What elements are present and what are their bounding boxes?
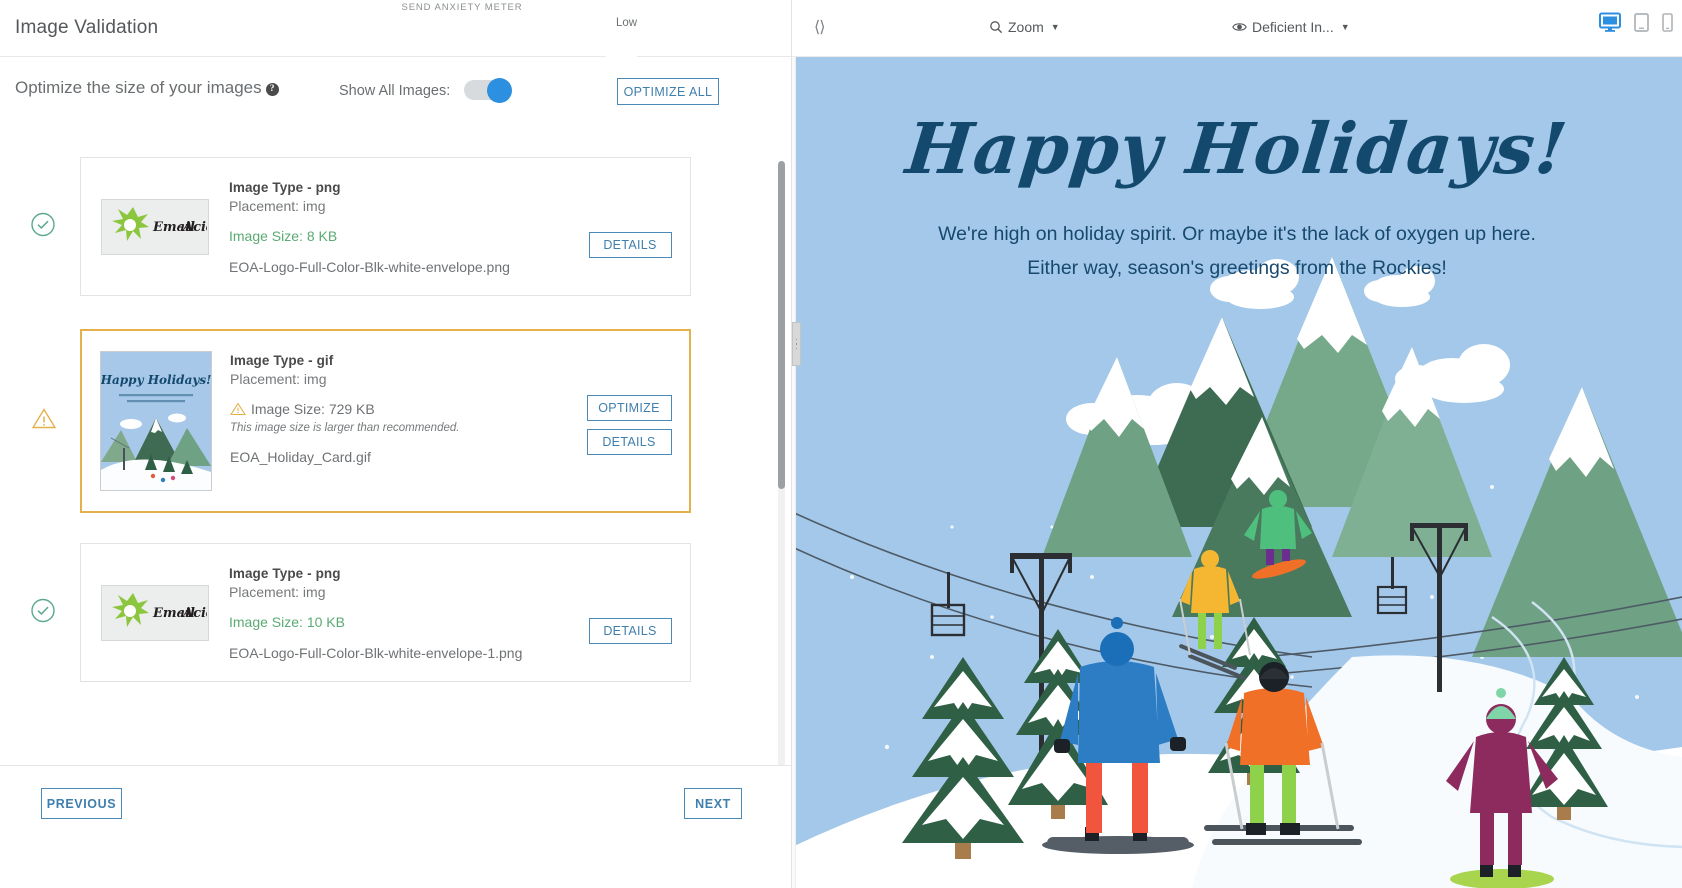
- check-circle-icon: [30, 597, 56, 628]
- color-deficiency-label: Deficient In...: [1252, 19, 1334, 35]
- meter-title: SEND ANXIETY METER: [401, 2, 523, 13]
- image-filename: EOA-Logo-Full-Color-Blk-white-envelope.p…: [229, 259, 510, 275]
- thumbnail-cell: Happy Holidays!: [82, 351, 230, 491]
- email-body-line-2: Either way, season's greetings from the …: [1027, 257, 1447, 280]
- optimize-title: Optimize the size of your images?: [15, 78, 279, 98]
- optimize-header: Optimize the size of your images? Show A…: [0, 57, 791, 195]
- thumbnail-cell: Email Acid: [81, 564, 229, 661]
- image-thumbnail[interactable]: Email Acid: [101, 584, 209, 641]
- preview-toolbar: ⟨⟩ Zoom ▼ Deficient In... ▼: [792, 0, 1682, 57]
- card-actions: DETAILS: [570, 564, 690, 661]
- email-headline: Happy Holidays!: [902, 107, 1572, 190]
- zoom-label: Zoom: [1008, 19, 1044, 35]
- image-size-row: Image Size: 729 KB: [229, 401, 569, 417]
- tablet-icon[interactable]: [1634, 13, 1649, 37]
- panel-resize-handle[interactable]: [792, 322, 801, 366]
- chevron-down-icon: ▼: [1050, 22, 1060, 32]
- zoom-dropdown[interactable]: Zoom ▼: [989, 19, 1060, 35]
- snowboarder-green: [1244, 490, 1312, 579]
- image-placement: Placement: img: [229, 198, 326, 214]
- skier-yellow: [1179, 550, 1251, 680]
- image-info: Image Type - png Placement: img Image Si…: [229, 564, 570, 661]
- svg-text:Acid: Acid: [181, 220, 207, 235]
- next-button[interactable]: NEXT: [684, 788, 742, 819]
- optimize-button[interactable]: OPTIMIZE: [586, 395, 672, 421]
- device-switcher: [1599, 12, 1673, 37]
- email-body: We're high on holiday spirit. Or maybe i…: [792, 217, 1682, 285]
- preview-left-gutter: [792, 57, 796, 888]
- svg-text:Happy Holidays!: Happy Holidays!: [101, 373, 211, 387]
- image-type: Image Type - png: [229, 180, 341, 195]
- app-root: Image Validation SEND ANXIETY METER High…: [0, 0, 1682, 888]
- card-gap: [0, 513, 791, 543]
- eye-icon: [1232, 23, 1247, 31]
- image-size: Image Size: 729 KB: [251, 401, 375, 417]
- help-circle-icon[interactable]: ?: [265, 83, 279, 96]
- image-card[interactable]: Happy Holidays! Image Type - gif Placeme…: [31, 329, 691, 513]
- validation-panel: Image Validation SEND ANXIETY METER High…: [0, 0, 792, 888]
- page-title: Image Validation: [15, 17, 159, 38]
- image-card[interactable]: Email Acid Image Type - png Placement: i…: [31, 543, 691, 682]
- details-button[interactable]: DETAILS: [588, 232, 672, 258]
- email-body-line-1: We're high on holiday spirit. Or maybe i…: [938, 223, 1536, 245]
- optimize-all-button[interactable]: OPTIMIZE ALL: [617, 78, 719, 105]
- preview-panel: ⟨⟩ Zoom ▼ Deficient In... ▼ Happy Holida…: [792, 0, 1682, 888]
- magnifier-icon: [990, 21, 1003, 34]
- image-type: Image Type - gif: [230, 353, 334, 368]
- image-size: Image Size: 10 KB: [229, 614, 345, 630]
- image-info: Image Type - png Placement: img Image Si…: [229, 178, 570, 275]
- card-actions: DETAILS: [570, 178, 690, 275]
- details-button[interactable]: DETAILS: [586, 429, 672, 455]
- email-hero: Happy Holidays! We're high on holiday sp…: [792, 57, 1682, 888]
- show-all-images-label: Show All Images:: [339, 83, 451, 99]
- image-size: Image Size: 8 KB: [229, 228, 338, 244]
- warning-triangle-icon: [229, 402, 247, 416]
- image-thumbnail[interactable]: Email Acid: [101, 198, 209, 255]
- code-brackets-icon[interactable]: ⟨⟩: [814, 17, 826, 37]
- image-filename: EOA_Holiday_Card.gif: [230, 449, 371, 465]
- image-info: Image Type - gif Placement: img Image Si…: [229, 351, 569, 491]
- check-circle-icon: [30, 211, 56, 242]
- card-gap: [0, 296, 791, 329]
- left-topbar: Image Validation SEND ANXIETY METER High…: [0, 0, 791, 888]
- details-button[interactable]: DETAILS: [588, 618, 672, 644]
- mobile-icon[interactable]: [1662, 13, 1673, 37]
- thumbnail-cell: Email Acid: [81, 178, 229, 275]
- wizard-footer: PREVIOUS NEXT: [0, 765, 791, 888]
- image-placement: Placement: img: [229, 584, 326, 600]
- image-type: Image Type - png: [229, 566, 341, 581]
- svg-text:Acid: Acid: [181, 606, 207, 621]
- email-preview[interactable]: Happy Holidays! We're high on holiday sp…: [792, 57, 1682, 888]
- toggle-knob: [487, 78, 512, 103]
- image-thumbnail[interactable]: Happy Holidays!: [100, 351, 212, 491]
- chevron-down-icon: ▼: [1340, 22, 1350, 32]
- warning-triangle-icon: [31, 407, 57, 436]
- image-size-note: This image size is larger than recommend…: [230, 422, 460, 434]
- card-actions: OPTIMIZE DETAILS: [569, 351, 689, 491]
- color-deficiency-dropdown[interactable]: Deficient In... ▼: [1232, 19, 1350, 35]
- desktop-icon[interactable]: [1599, 12, 1621, 37]
- image-placement: Placement: img: [230, 371, 327, 387]
- image-list: Email Acid Image Type - png Placement: i…: [0, 157, 791, 765]
- previous-button[interactable]: PREVIOUS: [41, 788, 122, 819]
- image-card[interactable]: Email Acid Image Type - png Placement: i…: [31, 157, 691, 296]
- optimize-title-text: Optimize the size of your images: [15, 78, 262, 97]
- show-all-images-toggle[interactable]: [464, 78, 512, 103]
- image-filename: EOA-Logo-Full-Color-Blk-white-envelope-1…: [229, 645, 523, 661]
